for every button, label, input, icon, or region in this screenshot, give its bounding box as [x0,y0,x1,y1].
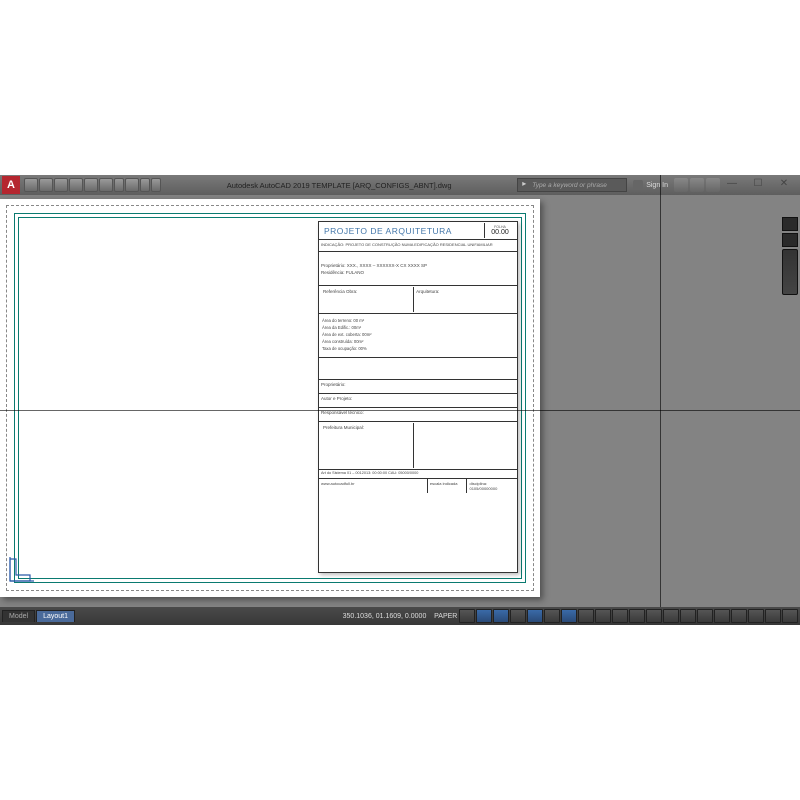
annotation-toggle[interactable] [629,609,645,623]
nav-full-icon[interactable] [782,233,798,247]
quick-access-toolbar [24,178,161,192]
proprietario-sig: Proprietário: [319,380,517,394]
undo-button[interactable] [99,178,113,192]
owner-info: Proprietário: XXX., XXXX – XXXXXX-X CX X… [319,260,517,286]
owner-line1: Proprietário: XXX., XXXX – XXXXXX-X CX X… [321,262,515,269]
exchange-icon[interactable] [674,178,688,192]
plot-button[interactable] [84,178,98,192]
redo-dropdown[interactable] [140,178,150,192]
resp-tecnico-sig: Responsável técnico: [319,408,517,422]
units-button[interactable] [697,609,713,623]
prefeitura-blank [414,423,515,468]
lineweight-toggle[interactable] [578,609,594,623]
layout-tabs: Model Layout1 [2,610,76,622]
new-button[interactable] [24,178,38,192]
close-button[interactable]: ✕ [772,178,796,192]
status-coords: 350.1036, 01.1609, 0.0000 PAPER [343,613,458,620]
areas-block: Área do terreno: 00 m² Área da Edific.: … [319,314,517,358]
grid-toggle[interactable] [476,609,492,623]
cleanscreen-button[interactable] [765,609,781,623]
status-bar: Model Layout1 350.1036, 01.1609, 0.0000 … [0,607,800,625]
annotation-monitor[interactable] [680,609,696,623]
minimize-button[interactable]: — [720,178,744,192]
nav-min-icon[interactable] [782,217,798,231]
taxa-ocupacao: Taxa de ocupação: 00% [322,345,514,352]
hardware-accel-toggle[interactable] [731,609,747,623]
area-terreno: Área do terreno: 00 m² [322,317,514,324]
undo-dropdown[interactable] [114,178,124,192]
area-edific: Área da Edific.: 00m² [322,324,514,331]
signin-area[interactable]: Sign In [633,180,668,190]
workspace-button[interactable] [663,609,679,623]
navigation-bar [782,217,798,295]
infocenter [674,178,720,192]
window-title: Autodesk AutoCAD 2019 TEMPLATE [ARQ_CONF… [161,181,517,190]
save-button[interactable] [54,178,68,192]
website: www.autocadfull.br [319,479,428,493]
tab-model[interactable]: Model [2,610,35,622]
project-title: PROJETO DE ARQUITETURA [321,223,485,238]
escala-cell: escala indicada [428,479,468,493]
reference-label: Referência Obra: [321,287,414,312]
ucs-icon[interactable] [8,553,38,583]
snap-toggle[interactable] [493,609,509,623]
drawing-canvas[interactable]: PROJETO DE ARQUITETURA FOLHA 00.00 INDIC… [0,195,800,607]
art-line: Art do Sistema 01 – 0012013: 00:00:00 CA… [319,470,517,479]
stayconnected-icon[interactable] [690,178,704,192]
open-button[interactable] [39,178,53,192]
window-controls: — ☐ ✕ [720,178,796,192]
isolate-button[interactable] [748,609,764,623]
status-toggles [459,609,798,623]
owner-line2: Residência: FULANO [321,269,515,276]
project-description: INDICAÇÃO: PROJETO DE CONSTRUÇÃO NUMA ED… [319,240,517,252]
tab-layout1[interactable]: Layout1 [36,610,75,622]
architecture-label: Arquitetura: [414,287,515,312]
app-logo[interactable]: A [2,176,20,194]
sheet-number: 00.00 [491,229,509,236]
help-search[interactable]: ▸ Type a keyword or phrase [517,178,627,192]
osnap-toggle[interactable] [561,609,577,623]
maximize-button[interactable]: ☐ [746,178,770,192]
title-bar: A Autodesk AutoCAD 2019 TEMPLATE [ARQ_CO… [0,175,800,195]
qat-customize[interactable] [151,178,161,192]
disciplina-cell: disciplina: 0105/00000000 [467,479,517,493]
polar-toggle[interactable] [527,609,543,623]
autocad-window: A Autodesk AutoCAD 2019 TEMPLATE [ARQ_CO… [0,175,800,625]
autor-sig: Autor e Projeto: [319,394,517,408]
paper-sheet: PROJETO DE ARQUITETURA FOLHA 00.00 INDIC… [0,199,540,597]
ortho-toggle[interactable] [510,609,526,623]
customize-button[interactable] [782,609,798,623]
saveas-button[interactable] [69,178,83,192]
selection-cycling-toggle[interactable] [612,609,628,623]
help-icon[interactable] [706,178,720,192]
annoscale-toggle[interactable] [646,609,662,623]
area-construida: Área construída: 00m² [322,338,514,345]
isodraft-toggle[interactable] [544,609,560,623]
nav-wheel-icon[interactable] [782,249,798,295]
sheet-number-cell: FOLHA 00.00 [485,223,515,238]
user-icon [633,180,643,190]
redo-button[interactable] [125,178,139,192]
search-placeholder: Type a keyword or phrase [530,182,607,189]
prefeitura-label: Prefeitura Municipal: [321,423,414,468]
area-coberta: Área de ext. coberta: 00m² [322,331,514,338]
search-icon: ▸ [518,179,530,191]
quickprops-toggle[interactable] [714,609,730,623]
signin-label: Sign In [646,182,668,189]
transparency-toggle[interactable] [595,609,611,623]
modelspace-toggle[interactable] [459,609,475,623]
title-block: PROJETO DE ARQUITETURA FOLHA 00.00 INDIC… [318,221,518,573]
